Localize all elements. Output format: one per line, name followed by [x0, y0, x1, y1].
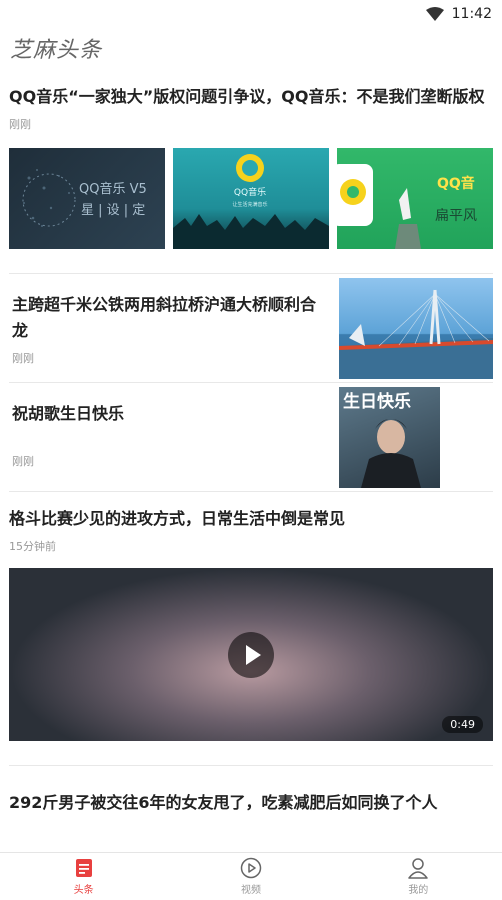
person-icon [408, 858, 429, 879]
article-item[interactable]: 292斤男子被交往6年的女友甩了，吃素减肥后如同换了个人 [0, 766, 502, 816]
tab-video[interactable]: 视频 [167, 853, 334, 900]
qq-music-crowd-graphic: QQ音乐 让生活充满音乐 [173, 154, 329, 249]
article-thumbnail: QQ音乐 V5 星 | 设 | 定 [9, 148, 165, 249]
article-title: QQ音乐“一家独大”版权问题引争议，QQ音乐：不是我们垄断版权 [9, 87, 485, 106]
news-feed[interactable]: QQ音乐“一家独大”版权问题引争议，QQ音乐：不是我们垄断版权 刚刚 QQ音乐 … [0, 68, 502, 852]
video-duration: 0:49 [442, 716, 483, 733]
article-item[interactable]: 祝胡歌生日快乐 刚刚 生日快乐 [0, 383, 502, 491]
article-time: 刚刚 [12, 352, 34, 365]
article-title: 格斗比赛少见的进攻方式，日常生活中倒是常见 [9, 509, 346, 528]
article-title: 祝胡歌生日快乐 [12, 404, 125, 423]
article-time: 15分钟前 [9, 540, 56, 553]
article-thumbnail [339, 278, 493, 379]
status-bar: 11:42 [0, 0, 502, 28]
article-thumbnail: QQ音 扁平风 [337, 148, 493, 249]
thumb-caption: 星 | 设 | 定 [81, 203, 145, 218]
tab-label: 视频 [240, 885, 261, 896]
video-article-item[interactable]: 格斗比赛少见的进攻方式，日常生活中倒是常见 15分钟前 0:49 [0, 492, 502, 741]
article-thumbnail: QQ音乐 让生活充满音乐 [173, 148, 329, 249]
article-thumbnails: QQ音乐 V5 星 | 设 | 定 QQ音乐 让生活充满音乐 QQ音 扁平风 [9, 148, 493, 249]
qq-music-v5-graphic: QQ音乐 V5 星 | 设 | 定 [22, 169, 147, 227]
bridge-image [339, 289, 493, 379]
article-item[interactable]: QQ音乐“一家独大”版权问题引争议，QQ音乐：不是我们垄断版权 刚刚 QQ音乐 … [0, 68, 502, 249]
play-icon[interactable] [228, 631, 274, 678]
app-title: 芝麻头条 [10, 38, 103, 63]
article-time: 刚刚 [12, 455, 34, 468]
portrait-image: 生日快乐 [343, 391, 421, 488]
tab-label: 我的 [408, 885, 429, 896]
thumb-caption: 让生活充满音乐 [232, 201, 267, 208]
article-text: 主跨超千米公铁两用斜拉桥沪通大桥顺利合龙 刚刚 [12, 278, 327, 378]
status-time: 11:42 [451, 6, 492, 22]
article-time: 刚刚 [9, 118, 31, 131]
thumb-caption: 生日快乐 [343, 391, 411, 412]
bottom-tab-bar: 头条 视频 我的 [0, 852, 502, 900]
tab-label: 头条 [73, 885, 94, 896]
video-player[interactable]: 0:49 [9, 568, 493, 741]
article-title: 292斤男子被交往6年的女友甩了，吃素减肥后如同换了个人 [9, 793, 438, 812]
thumb-caption: 扁平风 [435, 208, 477, 224]
article-text: 祝胡歌生日快乐 刚刚 [12, 387, 327, 487]
thumb-caption: QQ音乐 [234, 186, 266, 198]
news-icon [75, 859, 92, 877]
wifi-icon [425, 7, 444, 21]
article-thumbnail: 生日快乐 [339, 387, 440, 488]
article-title: 主跨超千米公铁两用斜拉桥沪通大桥顺利合龙 [12, 295, 317, 340]
thumb-caption: QQ音 [437, 175, 475, 192]
article-item[interactable]: 主跨超千米公铁两用斜拉桥沪通大桥顺利合龙 刚刚 [0, 274, 502, 382]
thumb-caption: QQ音乐 V5 [79, 181, 147, 197]
play-circle-icon [240, 857, 262, 879]
app-header: 芝麻头条 [0, 28, 502, 68]
tab-headlines[interactable]: 头条 [0, 853, 167, 900]
qq-music-flat-graphic: QQ音 扁平风 [337, 164, 477, 249]
tab-me[interactable]: 我的 [335, 853, 502, 900]
